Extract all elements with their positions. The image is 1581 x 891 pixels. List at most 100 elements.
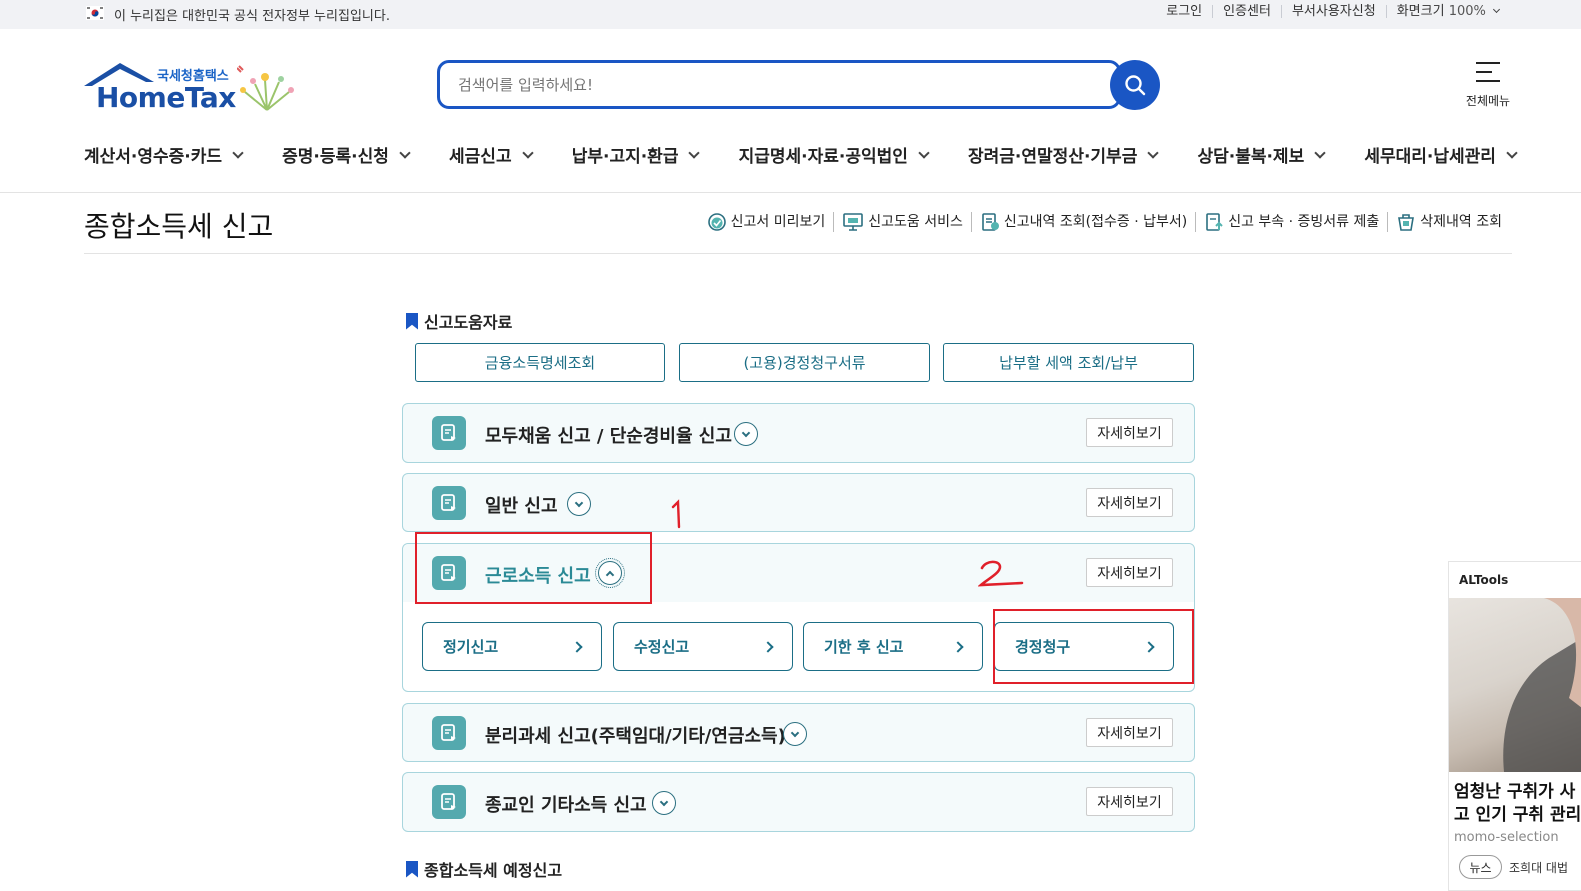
nav-item-tax-report[interactable]: 세금신고 <box>449 142 534 167</box>
nav-label: 세금신고 <box>449 147 512 167</box>
expand-toggle[interactable] <box>734 422 758 446</box>
chevron-down-icon <box>741 428 751 437</box>
gov-notice-text: 이 누리집은 대한민국 공식 전자정부 누리집입니다. <box>114 9 390 24</box>
logo-title: HomeTax <box>96 81 236 114</box>
expand-toggle[interactable] <box>783 722 807 746</box>
quick-label: 신고서 미리보기 <box>730 214 826 230</box>
document-icon <box>982 213 999 231</box>
annotation-box-1 <box>415 532 652 604</box>
nav-item-payment[interactable]: 납부·고지·환급 <box>571 142 701 167</box>
all-menu-button[interactable]: 전체메뉴 <box>1458 60 1518 109</box>
news-text[interactable]: 조희대 대법 <box>1509 859 1568 876</box>
upload-document-icon <box>1206 213 1223 231</box>
quick-label: 신고내역 조회(접수증 · 납부서) <box>1003 214 1188 230</box>
quick-preview[interactable]: 신고서 미리보기 <box>699 212 834 232</box>
help-section-text: 신고도움자료 <box>424 313 513 332</box>
details-button[interactable]: 자세히보기 <box>1086 718 1173 747</box>
search-icon <box>1125 75 1146 96</box>
ad-image[interactable] <box>1449 598 1581 772</box>
sub-button-label: 수정신고 <box>634 638 690 656</box>
sub-button-label: 기한 후 신고 <box>824 638 904 656</box>
chevron-right-icon <box>952 640 964 653</box>
help-section-label: 신고도움자료 <box>406 309 512 333</box>
flower-icon <box>237 65 294 111</box>
chevron-down-icon <box>574 498 584 507</box>
search-input[interactable] <box>440 63 1080 106</box>
quick-links: 신고서 미리보기 신고도움 서비스 신고내역 조회(접수증 · 납부서) 신고 … <box>699 212 1510 232</box>
quick-deleted[interactable]: 삭제내역 조회 <box>1387 212 1510 232</box>
annotation-number-1 <box>671 499 681 529</box>
chevron-down-icon <box>232 146 244 159</box>
chevron-right-icon <box>762 640 774 653</box>
chevron-down-icon <box>1147 146 1160 159</box>
financial-income-button[interactable]: 금융소득명세조회 <box>415 343 665 382</box>
accordion-title: 종교인 기타소득 신고 <box>485 795 647 816</box>
amended-report-button[interactable]: 수정신고 <box>613 622 793 671</box>
late-report-button[interactable]: 기한 후 신고 <box>803 622 983 671</box>
chevron-down-icon <box>659 797 669 806</box>
ad-headline[interactable]: 엄청난 구취가 사 고 인기 구취 관리 <box>1454 781 1581 827</box>
details-button[interactable]: 자세히보기 <box>1086 488 1173 517</box>
nav-label: 증명·등록·신청 <box>282 147 389 167</box>
nav-item-certificate[interactable]: 증명·등록·신청 <box>282 142 411 167</box>
nav-label: 지급명세·자료·공익법인 <box>738 147 908 167</box>
annotation-number-2 <box>978 560 1024 587</box>
korea-flag-icon <box>86 6 104 20</box>
chevron-down-icon <box>521 146 534 159</box>
bookmark-icon <box>406 312 418 330</box>
main-nav: 계산서·영수증·카드 증명·등록·신청 세금신고 납부·고지·환급 지급명세·자… <box>84 142 1518 167</box>
news-tag[interactable]: 뉴스 <box>1459 855 1502 879</box>
details-button[interactable]: 자세히보기 <box>1086 558 1173 587</box>
cert-center-link[interactable]: 인증센터 <box>1212 5 1281 18</box>
correction-documents-button[interactable]: (고용)경정청구서류 <box>679 343 930 382</box>
details-button[interactable]: 자세히보기 <box>1086 787 1173 816</box>
ad-headline-line: 엄청난 구취가 사 <box>1454 782 1576 802</box>
bookmark-icon <box>406 860 418 878</box>
chevron-down-icon <box>1314 146 1326 159</box>
accordion-general-report: 일반 신고 자세히보기 <box>402 473 1195 532</box>
quick-label: 신고도움 서비스 <box>868 214 963 230</box>
login-link[interactable]: 로그인 <box>1156 5 1212 18</box>
chevron-down-icon <box>1492 5 1501 14</box>
ad-source: momo-selection <box>1454 830 1559 845</box>
all-menu-label: 전체메뉴 <box>1465 94 1511 108</box>
nav-item-statement[interactable]: 지급명세·자료·공익법인 <box>738 142 930 167</box>
title-divider <box>84 253 1512 254</box>
screen-size-control[interactable]: 화면크기 100% <box>1385 5 1509 18</box>
ad-panel[interactable]: ALTools 엄청난 구취가 사 고 인기 구취 관리 momo-select… <box>1448 561 1581 891</box>
accordion-separate-tax-report: 분리과세 신고(주택임대/기타/연금소득) 자세히보기 <box>402 703 1195 762</box>
report-document-icon <box>432 785 466 819</box>
accordion-simple-report: 모두채움 신고 / 단순경비율 신고 자세히보기 <box>402 403 1195 463</box>
hamburger-icon <box>1476 62 1500 82</box>
chevron-right-icon <box>571 640 583 653</box>
search-box <box>437 60 1121 109</box>
page-title: 종합소득세 신고 <box>84 210 274 243</box>
check-circle-icon <box>707 213 726 231</box>
nav-label: 계산서·영수증·카드 <box>84 147 223 167</box>
ad-headline-line: 고 인기 구취 관리 <box>1454 805 1581 825</box>
hometax-logo[interactable]: 국세청홈택스 HomeTax <box>82 60 297 114</box>
expand-toggle[interactable] <box>652 791 676 815</box>
regular-report-button[interactable]: 정기신고 <box>422 622 602 671</box>
quick-attachment[interactable]: 신고 부속 · 증빙서류 제출 <box>1195 212 1387 232</box>
search-button[interactable] <box>1110 60 1160 110</box>
tax-payment-button[interactable]: 납부할 세액 조회/납부 <box>943 343 1194 382</box>
dept-user-link[interactable]: 부서사용자신청 <box>1280 5 1386 18</box>
nav-item-invoice[interactable]: 계산서·영수증·카드 <box>84 142 244 167</box>
nav-item-incentive[interactable]: 장려금·연말정산·기부금 <box>968 142 1160 167</box>
quick-label: 신고 부속 · 증빙서류 제출 <box>1228 214 1380 230</box>
trash-icon <box>1398 214 1415 231</box>
report-document-icon <box>432 716 466 750</box>
chevron-down-icon <box>1506 146 1518 159</box>
nav-item-agent[interactable]: 세무대리·납세관리 <box>1364 142 1518 167</box>
nav-label: 장려금·연말정산·기부금 <box>968 147 1138 167</box>
nav-label: 납부·고지·환급 <box>571 147 679 167</box>
quick-help-service[interactable]: 신고도움 서비스 <box>833 212 971 232</box>
accordion-title: 일반 신고 <box>485 496 558 517</box>
expand-toggle[interactable] <box>567 492 591 516</box>
quick-history[interactable]: 신고내역 조회(접수증 · 납부서) <box>970 212 1195 232</box>
chevron-down-icon <box>399 146 411 159</box>
nav-item-consult[interactable]: 상담·불복·제보 <box>1197 142 1326 167</box>
details-button[interactable]: 자세히보기 <box>1086 418 1173 447</box>
annotation-box-2 <box>993 609 1194 684</box>
